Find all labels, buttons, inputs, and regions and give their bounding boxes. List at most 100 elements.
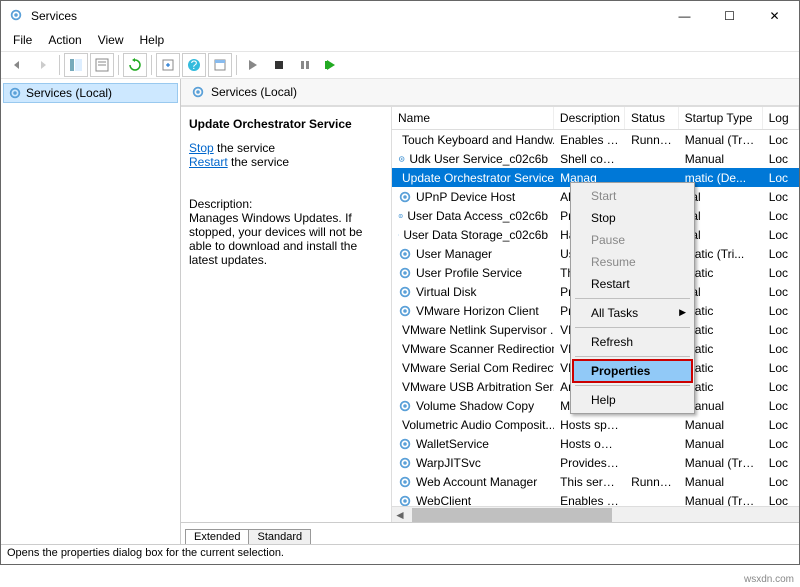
service-row[interactable]: WarpJITSvcProvides a JI...Manual (Trigg.… — [392, 453, 799, 472]
window-title: Services — [31, 9, 662, 23]
col-status[interactable]: Status — [625, 107, 679, 129]
ctx-help[interactable]: Help — [573, 389, 692, 411]
service-row[interactable]: Volumetric Audio Composit...Hosts spatia… — [392, 415, 799, 434]
service-logon: Loc — [763, 284, 799, 300]
menubar: File Action View Help — [1, 31, 799, 51]
context-menu: Start Stop Pause Resume Restart All Task… — [570, 182, 695, 414]
service-row[interactable]: Web Account ManagerThis service i...Runn… — [392, 472, 799, 491]
help-button[interactable]: ? — [182, 53, 206, 77]
pause-service-button[interactable] — [293, 53, 317, 77]
col-name[interactable]: Name — [392, 107, 554, 129]
ctx-properties[interactable]: Properties — [573, 360, 692, 382]
service-name: VMware Scanner Redirection... — [402, 342, 554, 356]
col-logon[interactable]: Log — [763, 107, 799, 129]
col-description[interactable]: Description — [554, 107, 625, 129]
gear-icon — [398, 304, 412, 318]
tree-services-local[interactable]: Services (Local) — [3, 83, 178, 103]
services-app-icon — [9, 8, 25, 24]
gear-icon — [398, 494, 412, 507]
service-logon: Loc — [763, 246, 799, 262]
service-name: Touch Keyboard and Handw... — [402, 133, 554, 147]
gear-icon — [398, 190, 412, 204]
service-desc: Provides a JI... — [554, 455, 625, 471]
service-desc: Shell compo... — [554, 151, 625, 167]
service-name: User Data Storage_c02c6b — [403, 228, 548, 242]
ctx-all-tasks[interactable]: All Tasks▶ — [573, 302, 692, 324]
svg-text:?: ? — [191, 58, 198, 72]
watermark: wsxdn.com — [744, 574, 794, 585]
back-button[interactable] — [5, 53, 29, 77]
gear-icon — [398, 247, 412, 261]
service-name: VMware Serial Com Redirecti... — [402, 361, 554, 375]
stop-link[interactable]: Stop — [189, 141, 214, 155]
gear-icon — [398, 437, 412, 451]
service-name: Volume Shadow Copy — [416, 399, 534, 413]
service-logon: Loc — [763, 417, 799, 433]
service-status — [625, 158, 679, 160]
service-row[interactable]: Udk User Service_c02c6b Shell compo... Man… — [392, 149, 799, 168]
service-logon: Loc — [763, 398, 799, 414]
service-status — [625, 443, 679, 445]
selected-service-name: Update Orchestrator Service — [189, 117, 383, 131]
minimize-button[interactable]: — — [662, 2, 707, 31]
service-logon: Loc — [763, 322, 799, 338]
description-label: Description: — [189, 197, 383, 211]
service-status — [625, 500, 679, 502]
service-name: Udk User Service_c02c6b — [409, 152, 548, 166]
gear-icon — [191, 85, 205, 99]
gear-icon — [398, 475, 412, 489]
titlebar[interactable]: Services — ☐ ✕ — [1, 1, 799, 31]
forward-button[interactable] — [31, 53, 55, 77]
main-header: Services (Local) — [181, 79, 799, 106]
horizontal-scrollbar[interactable]: ◄ — [392, 506, 799, 522]
tab-standard[interactable]: Standard — [248, 529, 311, 544]
ctx-stop[interactable]: Stop — [573, 207, 692, 229]
menu-help[interactable]: Help — [134, 31, 171, 51]
restart-service-button[interactable] — [319, 53, 343, 77]
service-desc: Hosts spatial... — [554, 417, 625, 433]
tree-pane: Services (Local) — [1, 79, 181, 544]
start-service-button[interactable] — [241, 53, 265, 77]
stop-service-button[interactable] — [267, 53, 291, 77]
gear-icon — [398, 152, 405, 166]
service-logon: Loc — [763, 170, 799, 186]
export-button[interactable] — [156, 53, 180, 77]
statusbar: Opens the properties dialog box for the … — [1, 544, 799, 564]
service-desc: Enables Tou... — [554, 132, 625, 148]
gear-icon — [8, 86, 22, 100]
menu-view[interactable]: View — [92, 31, 130, 51]
properties-toolbar-button[interactable] — [208, 53, 232, 77]
ctx-refresh[interactable]: Refresh — [573, 331, 692, 353]
service-logon: Loc — [763, 151, 799, 167]
gear-icon — [398, 399, 412, 413]
scroll-left-icon[interactable]: ◄ — [392, 508, 408, 522]
menu-file[interactable]: File — [7, 31, 38, 51]
service-name: Web Account Manager — [416, 475, 537, 489]
details-button[interactable] — [90, 53, 114, 77]
detail-pane: Update Orchestrator Service Stop the ser… — [181, 107, 391, 522]
service-name: VMware Horizon Client — [416, 304, 539, 318]
service-row[interactable]: WalletServiceHosts object...ManualLoc — [392, 434, 799, 453]
show-hide-tree-button[interactable] — [64, 53, 88, 77]
close-button[interactable]: ✕ — [752, 2, 797, 31]
description-text: Manages Windows Updates. If stopped, you… — [189, 211, 383, 267]
tab-extended[interactable]: Extended — [185, 529, 249, 544]
service-name: VMware USB Arbitration Ser... — [402, 380, 554, 394]
service-logon: Loc — [763, 208, 799, 224]
col-startup-type[interactable]: Startup Type — [679, 107, 763, 129]
service-logon: Loc — [763, 189, 799, 205]
service-startup: Manual — [679, 151, 763, 167]
scrollbar-thumb[interactable] — [412, 508, 612, 522]
service-row[interactable]: Touch Keyboard and Handw...Enables Tou..… — [392, 130, 799, 149]
ctx-restart[interactable]: Restart — [573, 273, 692, 295]
menu-action[interactable]: Action — [42, 31, 87, 51]
service-name: VMware Netlink Supervisor ... — [402, 323, 554, 337]
service-row[interactable]: WebClientEnables Win...Manual (Trigg...L… — [392, 491, 799, 506]
maximize-button[interactable]: ☐ — [707, 2, 752, 31]
ctx-pause: Pause — [573, 229, 692, 251]
service-desc: Enables Win... — [554, 493, 625, 507]
service-logon: Loc — [763, 341, 799, 357]
restart-link[interactable]: Restart — [189, 155, 228, 169]
refresh-button[interactable] — [123, 53, 147, 77]
ctx-separator — [575, 356, 690, 357]
